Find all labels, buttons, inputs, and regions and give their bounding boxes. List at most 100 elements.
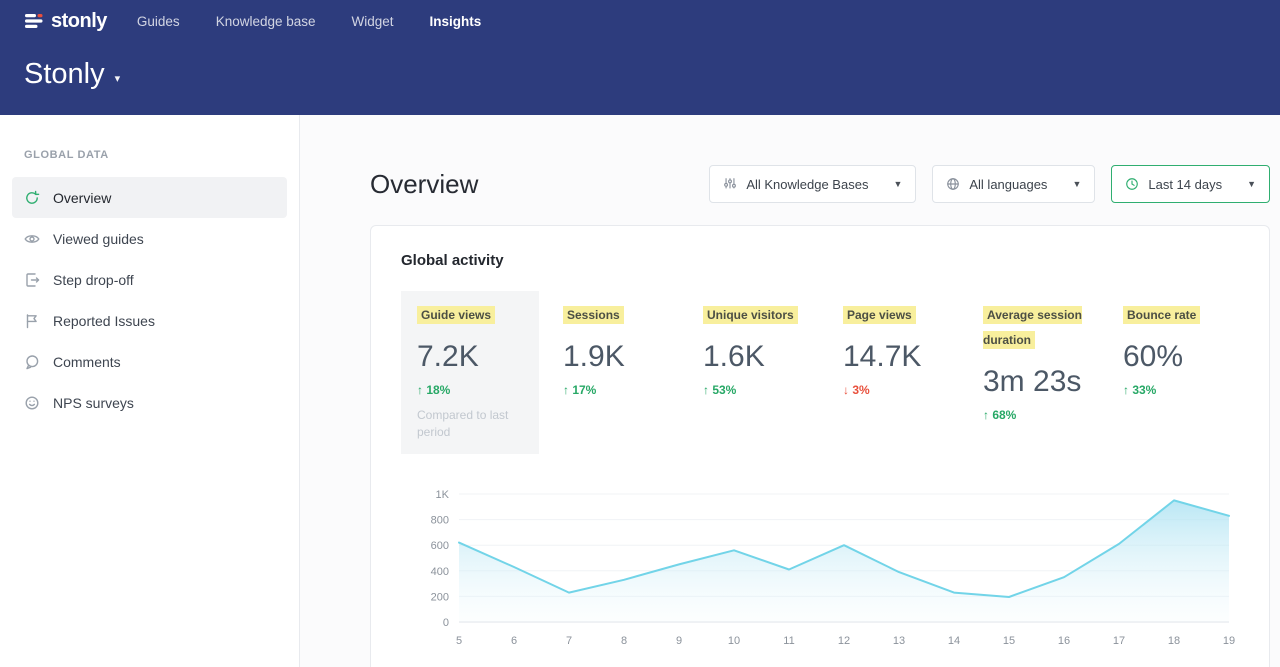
svg-text:7: 7 <box>566 635 572 647</box>
svg-text:600: 600 <box>431 540 449 552</box>
activity-chart-svg: 02004006008001K5678910111213141516171819 <box>401 480 1241 648</box>
activity-chart: 02004006008001K5678910111213141516171819 <box>401 480 1239 648</box>
metric-change: ↓ 3% <box>843 383 959 397</box>
sidebar-item-reported-issues[interactable]: Reported Issues <box>12 300 287 341</box>
chevron-down-icon: ▼ <box>1072 179 1081 189</box>
sidebar-item-label: Step drop-off <box>53 272 134 288</box>
svg-text:400: 400 <box>431 565 449 577</box>
overview-refresh-icon <box>24 190 40 206</box>
metric-change: ↑ 53% <box>703 383 819 397</box>
sidebar-item-label: Comments <box>53 354 121 370</box>
nav-item-insights[interactable]: Insights <box>430 14 482 29</box>
top-nav-links: Guides Knowledge base Widget Insights <box>137 14 481 29</box>
metric-bounce-rate[interactable]: Bounce rate 60% ↑ 33% <box>1123 291 1239 409</box>
metric-value: 14.7K <box>843 340 959 374</box>
sidebar-item-label: Reported Issues <box>53 313 155 329</box>
svg-text:15: 15 <box>1003 635 1015 647</box>
svg-text:13: 13 <box>893 635 905 647</box>
svg-text:8: 8 <box>621 635 627 647</box>
svg-text:1K: 1K <box>436 489 450 501</box>
card-title: Global activity <box>401 252 1239 269</box>
page-title: Overview <box>370 169 478 200</box>
dropdown-label: Last 14 days <box>1148 177 1222 192</box>
workspace-row: Stonly ▾ <box>24 58 1256 91</box>
header: stonly Guides Knowledge base Widget Insi… <box>0 0 1280 115</box>
filters-row: All Knowledge Bases ▼ All languages ▼ <box>709 165 1270 203</box>
date-range-dropdown[interactable]: Last 14 days ▼ <box>1111 165 1270 203</box>
metric-label: Page views <box>843 306 916 324</box>
svg-text:10: 10 <box>728 635 740 647</box>
flag-icon <box>24 313 40 329</box>
svg-text:200: 200 <box>431 591 449 603</box>
sidebar-item-overview[interactable]: Overview <box>12 177 287 218</box>
metric-value: 7.2K <box>417 340 523 374</box>
metric-label: Sessions <box>563 306 624 324</box>
metric-unique-visitors[interactable]: Unique visitors 1.6K ↑ 53% <box>703 291 819 409</box>
svg-text:800: 800 <box>431 514 449 526</box>
svg-text:5: 5 <box>456 635 462 647</box>
metric-value: 1.9K <box>563 340 679 374</box>
stonly-logo[interactable]: stonly <box>24 10 107 33</box>
main-header: Overview All Knowledge Bases ▼ All lan <box>370 165 1270 203</box>
dropdown-label: All languages <box>969 177 1047 192</box>
eye-icon <box>24 231 40 247</box>
global-activity-card: Global activity Guide views 7.2K ↑ 18% C… <box>370 225 1270 667</box>
svg-text:0: 0 <box>443 617 449 629</box>
sidebar-item-viewed-guides[interactable]: Viewed guides <box>12 218 287 259</box>
metric-label: Average session duration <box>983 306 1082 349</box>
svg-text:12: 12 <box>838 635 850 647</box>
metric-change: ↑ 17% <box>563 383 679 397</box>
smiley-icon <box>24 395 40 411</box>
metric-sessions[interactable]: Sessions 1.9K ↑ 17% <box>563 291 679 409</box>
svg-text:14: 14 <box>948 635 960 647</box>
metric-guide-views[interactable]: Guide views 7.2K ↑ 18% Compared to last … <box>401 291 539 454</box>
knowledge-bases-dropdown[interactable]: All Knowledge Bases ▼ <box>709 165 916 203</box>
svg-text:16: 16 <box>1058 635 1070 647</box>
metric-value: 1.6K <box>703 340 819 374</box>
metric-value: 60% <box>1123 340 1239 374</box>
svg-text:19: 19 <box>1223 635 1235 647</box>
stonly-logo-text: stonly <box>51 10 107 33</box>
step-dropoff-icon <box>24 272 40 288</box>
globe-icon <box>946 177 960 191</box>
main-content: Overview All Knowledge Bases ▼ All lan <box>300 115 1280 667</box>
metric-change: ↑ 18% <box>417 383 523 397</box>
comment-icon <box>24 354 40 370</box>
nav-item-knowledge-base[interactable]: Knowledge base <box>216 14 316 29</box>
metric-change: ↑ 33% <box>1123 383 1239 397</box>
dropdown-label: All Knowledge Bases <box>746 177 868 192</box>
sliders-icon <box>723 177 737 191</box>
metric-value: 3m 23s <box>983 365 1099 399</box>
svg-text:6: 6 <box>511 635 517 647</box>
stonly-logo-icon <box>24 11 44 31</box>
metric-label: Guide views <box>417 306 495 324</box>
sidebar: GLOBAL DATA Overview Viewed guides Step … <box>0 115 300 667</box>
chevron-down-icon: ▼ <box>1247 179 1256 189</box>
metric-label: Bounce rate <box>1123 306 1200 324</box>
metric-label: Unique visitors <box>703 306 798 324</box>
metric-change: ↑ 68% <box>983 408 1099 422</box>
metrics-row: Guide views 7.2K ↑ 18% Compared to last … <box>401 291 1239 454</box>
svg-text:11: 11 <box>783 635 794 647</box>
svg-text:18: 18 <box>1168 635 1180 647</box>
sidebar-item-comments[interactable]: Comments <box>12 341 287 382</box>
top-nav: stonly Guides Knowledge base Widget Insi… <box>24 0 1256 42</box>
sidebar-item-nps-surveys[interactable]: NPS surveys <box>12 382 287 423</box>
languages-dropdown[interactable]: All languages ▼ <box>932 165 1095 203</box>
metric-average-session-duration[interactable]: Average session duration 3m 23s ↑ 68% <box>983 291 1099 434</box>
page-body: GLOBAL DATA Overview Viewed guides Step … <box>0 115 1280 667</box>
metric-note: Compared to last period <box>417 407 523 442</box>
sidebar-section-label: GLOBAL DATA <box>12 149 287 161</box>
sidebar-item-label: NPS surveys <box>53 395 134 411</box>
svg-text:17: 17 <box>1113 635 1125 647</box>
clock-icon <box>1125 177 1139 191</box>
sidebar-item-label: Overview <box>53 190 111 206</box>
sidebar-item-step-drop-off[interactable]: Step drop-off <box>12 259 287 300</box>
app-root: stonly Guides Knowledge base Widget Insi… <box>0 0 1280 667</box>
sidebar-item-label: Viewed guides <box>53 231 144 247</box>
workspace-title[interactable]: Stonly <box>24 58 105 91</box>
nav-item-guides[interactable]: Guides <box>137 14 180 29</box>
metric-page-views[interactable]: Page views 14.7K ↓ 3% <box>843 291 959 409</box>
chevron-down-icon[interactable]: ▾ <box>115 72 121 85</box>
nav-item-widget[interactable]: Widget <box>352 14 394 29</box>
